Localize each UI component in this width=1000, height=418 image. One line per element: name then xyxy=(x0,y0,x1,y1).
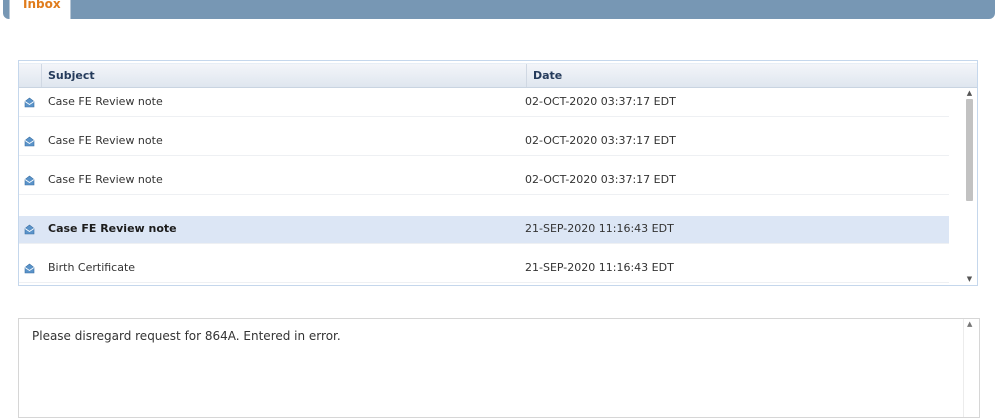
column-header-date[interactable]: Date xyxy=(527,64,977,87)
envelope-open-icon xyxy=(24,263,35,274)
table-row[interactable]: Case FE Review note 02-OCT-2020 03:37:17… xyxy=(19,167,949,195)
scrollbar-thumb[interactable] xyxy=(966,99,973,201)
row-subject: Case FE Review note xyxy=(48,222,177,235)
table-row[interactable]: Case FE Review note 02-OCT-2020 03:37:17… xyxy=(19,89,949,117)
table-row[interactable]: Case FE Review note 02-OCT-2020 03:37:17… xyxy=(19,128,949,156)
row-date: 21-SEP-2020 11:16:43 EDT xyxy=(525,261,674,274)
envelope-open-icon xyxy=(24,224,35,235)
row-subject: Case FE Review note xyxy=(48,134,163,147)
row-subject: Case FE Review note xyxy=(48,95,163,108)
tab-inbox-label: Inbox xyxy=(23,0,61,11)
grid-header: Subject Date xyxy=(19,63,977,88)
row-date: 02-OCT-2020 03:37:17 EDT xyxy=(525,173,676,186)
scroll-down-arrow-icon[interactable]: ▼ xyxy=(964,275,975,283)
message-preview[interactable]: Please disregard request for 864A. Enter… xyxy=(18,318,980,418)
inbox-grid: Subject Date Case FE Review note 02-OCT-… xyxy=(18,60,978,286)
row-subject: Case FE Review note xyxy=(48,173,163,186)
message-scrollbar[interactable]: ▲ xyxy=(963,319,979,417)
tab-inbox[interactable]: Inbox xyxy=(9,0,71,19)
grid-rows: Case FE Review note 02-OCT-2020 03:37:17… xyxy=(19,89,964,283)
scroll-up-arrow-icon[interactable]: ▲ xyxy=(967,320,972,328)
table-row-selected[interactable]: Case FE Review note 21-SEP-2020 11:16:43… xyxy=(19,216,949,244)
row-date: 02-OCT-2020 03:37:17 EDT xyxy=(525,95,676,108)
table-row[interactable]: Birth Certificate 21-SEP-2020 11:16:43 E… xyxy=(19,255,949,283)
message-body: Please disregard request for 864A. Enter… xyxy=(32,329,341,343)
row-date: 21-SEP-2020 11:16:43 EDT xyxy=(525,222,674,235)
grid-scrollbar[interactable]: ▲ ▼ xyxy=(964,89,975,283)
column-header-subject[interactable]: Subject xyxy=(41,64,527,87)
row-date: 02-OCT-2020 03:37:17 EDT xyxy=(525,134,676,147)
envelope-open-icon xyxy=(24,136,35,147)
envelope-open-icon xyxy=(24,97,35,108)
envelope-open-icon xyxy=(24,175,35,186)
scroll-up-arrow-icon[interactable]: ▲ xyxy=(964,89,975,97)
tab-bar: Inbox xyxy=(3,0,995,19)
row-subject: Birth Certificate xyxy=(48,261,136,274)
